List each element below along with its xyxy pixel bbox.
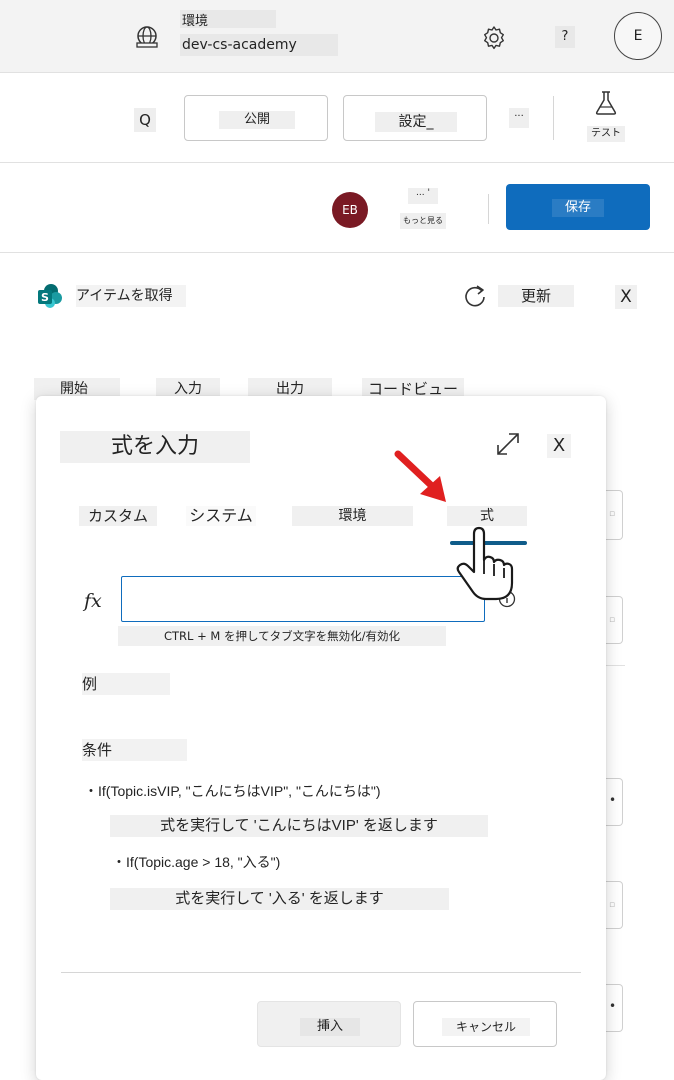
- dialog-title: 式を入力: [60, 431, 250, 463]
- background-divider: [605, 665, 625, 666]
- arrow-annotation-icon: [394, 450, 446, 502]
- actionbar-divider: [488, 194, 489, 224]
- background-field-stub: ▫: [605, 490, 623, 540]
- example-description-2: 式を実行して '入る' を返します: [110, 888, 449, 910]
- more-options-button[interactable]: ...: [509, 108, 529, 128]
- example-heading: 例: [82, 673, 170, 695]
- panel-title: アイテムを取得: [76, 285, 186, 307]
- fx-label: fx: [84, 590, 102, 612]
- background-field-stub: ▫: [605, 596, 623, 644]
- insert-button[interactable]: 挿入: [257, 1001, 401, 1047]
- toolbar-divider: [553, 96, 554, 140]
- insert-label: 挿入: [300, 1018, 360, 1036]
- settings-label: 設定_: [375, 112, 457, 132]
- example-formula-2: ・If(Topic.age > 18, "入る"): [112, 851, 360, 873]
- more-icon[interactable]: ... ': [408, 188, 438, 204]
- dialog-close-button[interactable]: X: [547, 434, 571, 458]
- flask-icon[interactable]: [594, 90, 618, 116]
- user-avatar[interactable]: E: [614, 12, 662, 60]
- tab-system[interactable]: システム: [186, 506, 256, 526]
- cancel-button[interactable]: キャンセル: [413, 1001, 557, 1047]
- environment-name[interactable]: dev-cs-academy: [180, 34, 338, 56]
- refresh-icon[interactable]: [462, 283, 488, 309]
- search-button[interactable]: Q: [134, 108, 156, 132]
- dialog-divider: [61, 972, 581, 973]
- save-label: 保存: [552, 199, 604, 217]
- see-more-label[interactable]: もっと見る: [400, 213, 446, 229]
- publish-label: 公開: [219, 111, 295, 129]
- gear-icon[interactable]: [480, 24, 508, 52]
- keyboard-hint: CTRL + M を押してタブ文字を無効化/有効化: [118, 626, 446, 646]
- refresh-button[interactable]: 更新: [498, 285, 574, 307]
- background-field-stub: •: [605, 778, 623, 826]
- sharepoint-icon: S: [38, 284, 62, 308]
- example-formula-1: ・If(Topic.isVIP, "こんにちはVIP", "こんにちは"): [84, 780, 434, 802]
- environment-label: 環境: [180, 10, 276, 29]
- settings-button[interactable]: 設定_: [343, 95, 487, 141]
- tab-custom[interactable]: カスタム: [79, 506, 157, 526]
- svg-text:S: S: [41, 291, 49, 304]
- expand-icon[interactable]: [494, 430, 522, 458]
- help-button[interactable]: ?: [555, 26, 575, 48]
- collaborator-avatar[interactable]: EB: [332, 192, 368, 228]
- command-bar: [0, 73, 674, 163]
- publish-button[interactable]: 公開: [184, 95, 328, 141]
- formula-dialog: [36, 396, 606, 1080]
- hand-pointer-icon: [456, 526, 514, 601]
- background-field-stub: ▫: [605, 881, 623, 929]
- panel-close-button[interactable]: X: [615, 285, 637, 309]
- background-field-stub: •: [605, 984, 623, 1032]
- cancel-label: キャンセル: [442, 1018, 530, 1036]
- tab-formula[interactable]: 式: [447, 506, 527, 526]
- example-description-1: 式を実行して 'こんにちはVIP' を返します: [110, 815, 488, 837]
- save-button[interactable]: 保存: [506, 184, 650, 230]
- tab-environment[interactable]: 環境: [292, 506, 413, 526]
- globe-icon: [136, 26, 158, 48]
- condition-heading: 条件: [82, 739, 187, 761]
- formula-input[interactable]: [121, 576, 485, 622]
- test-label[interactable]: テスト: [587, 126, 625, 142]
